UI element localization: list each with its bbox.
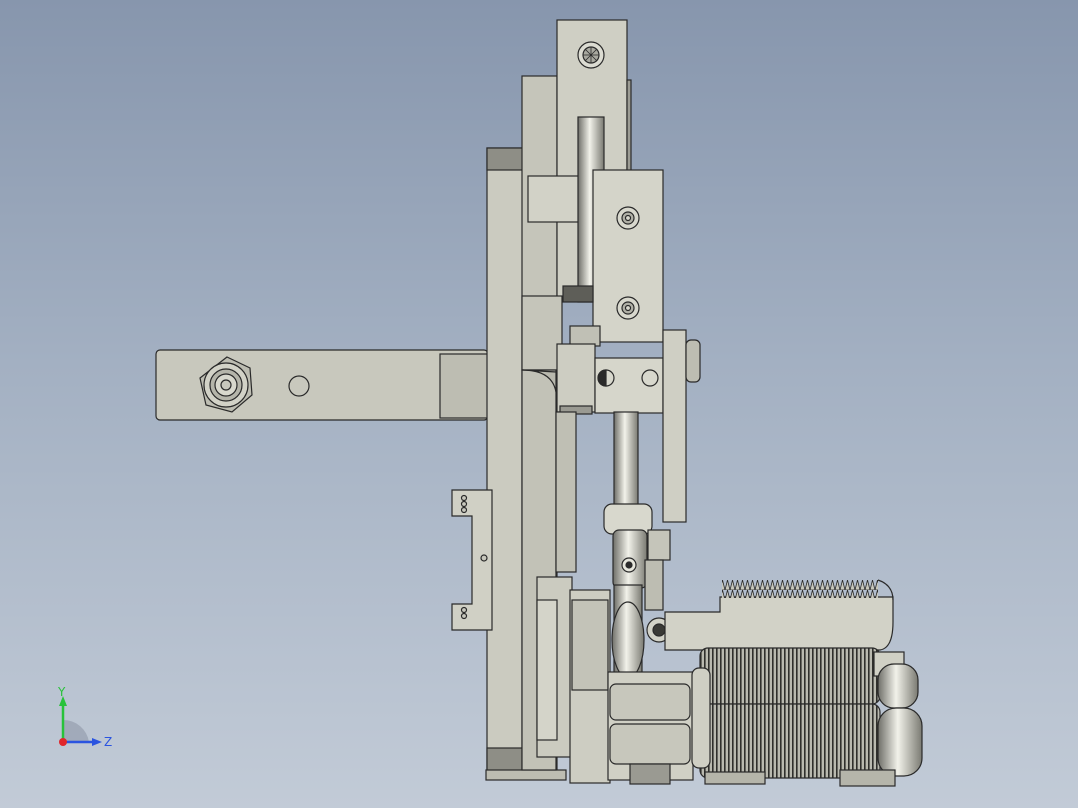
finned-heatsink bbox=[691, 647, 923, 787]
y-axis-label: Y bbox=[57, 685, 66, 699]
slider-block bbox=[592, 169, 664, 343]
assembly-model[interactable] bbox=[0, 0, 1078, 808]
cad-viewport[interactable]: Y Z bbox=[0, 0, 1078, 808]
x-axis-dot bbox=[59, 738, 67, 746]
toothed-rack bbox=[664, 579, 894, 651]
side-bracket bbox=[451, 489, 493, 631]
axis-triad: Y Z bbox=[48, 684, 118, 754]
rod-clevis bbox=[603, 503, 692, 681]
z-axis-label: Z bbox=[104, 735, 112, 749]
guide-rod-lower bbox=[613, 411, 639, 513]
axis-triad-graphic: Y Z bbox=[57, 685, 112, 749]
